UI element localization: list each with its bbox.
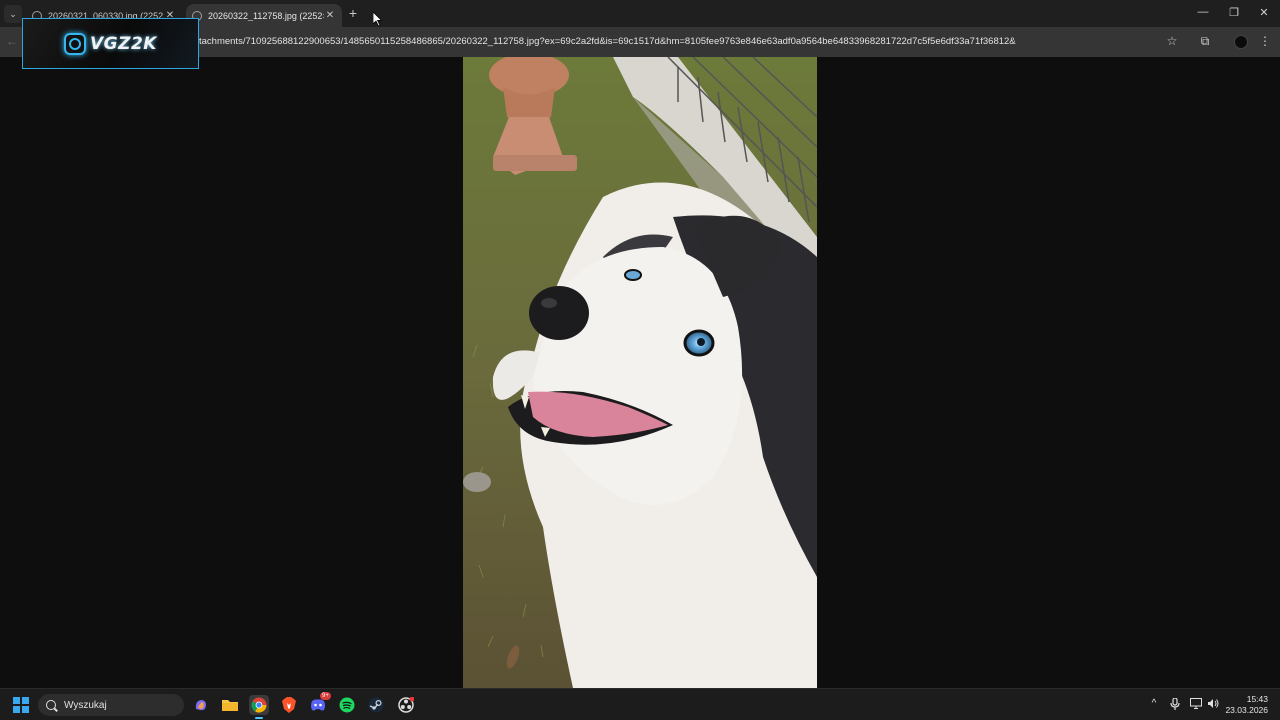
brave-icon[interactable] [279,695,299,715]
network-icon[interactable] [1189,698,1203,712]
menu-kebab-icon[interactable]: ⋮ [1257,34,1273,48]
mouse-cursor-icon [373,12,383,27]
extensions-icon[interactable]: ⧉ [1197,34,1213,49]
chrome-icon[interactable] [249,695,269,719]
restore-icon[interactable]: ❐ [1226,6,1242,19]
logo-text: VGZ2K [90,33,157,54]
address-bar[interactable]: tachments/710925688122900653/14856501152… [199,36,1149,47]
bookmark-star-icon[interactable]: ☆ [1164,34,1180,48]
tab-close-icon[interactable]: ✕ [324,10,336,21]
volume-icon[interactable] [1206,698,1220,712]
back-arrow-icon[interactable]: ← [6,34,18,48]
discord-icon[interactable]: 9+ [308,692,331,715]
obs-icon[interactable] [396,695,416,715]
channel-logo-overlay: VGZ2K [22,18,199,69]
logo-mark-icon [64,32,87,55]
search-placeholder: Wyszukaj [64,699,107,711]
steam-icon[interactable] [366,695,386,715]
close-icon[interactable]: ✕ [1256,6,1272,19]
discord-badge: 9+ [320,692,331,700]
search-icon [46,700,56,710]
taskbar-search[interactable]: Wyszukaj [38,694,184,716]
copilot-icon[interactable] [191,695,211,715]
clock-date: 23.03.2026 [1225,705,1268,715]
tab-active[interactable]: 20260322_112758.jpg (2252×4000) ✕ [186,4,342,27]
new-tab-button[interactable]: + [346,6,360,20]
system-clock[interactable]: 15:43 23.03.2026 [1225,694,1268,716]
microphone-icon[interactable] [1168,697,1182,713]
minimize-icon[interactable]: — [1195,6,1211,18]
tray-chevron-up-icon[interactable]: ^ [1147,698,1161,709]
husky-photo [463,57,817,688]
tab-search-button[interactable]: ⌄ [4,5,22,23]
windows-taskbar: Wyszukaj 9+ ^ 15:43 23.03.2026 [0,688,1280,720]
spotify-icon[interactable] [337,695,357,715]
chevron-down-icon: ⌄ [9,8,17,19]
file-explorer-icon[interactable] [220,695,240,715]
profile-avatar[interactable] [1234,35,1248,49]
viewed-image[interactable] [463,57,817,688]
tab-title: 20260322_112758.jpg (2252×4000) [208,10,324,21]
clock-time: 15:43 [1246,694,1268,704]
windows-start-icon[interactable] [13,697,29,713]
